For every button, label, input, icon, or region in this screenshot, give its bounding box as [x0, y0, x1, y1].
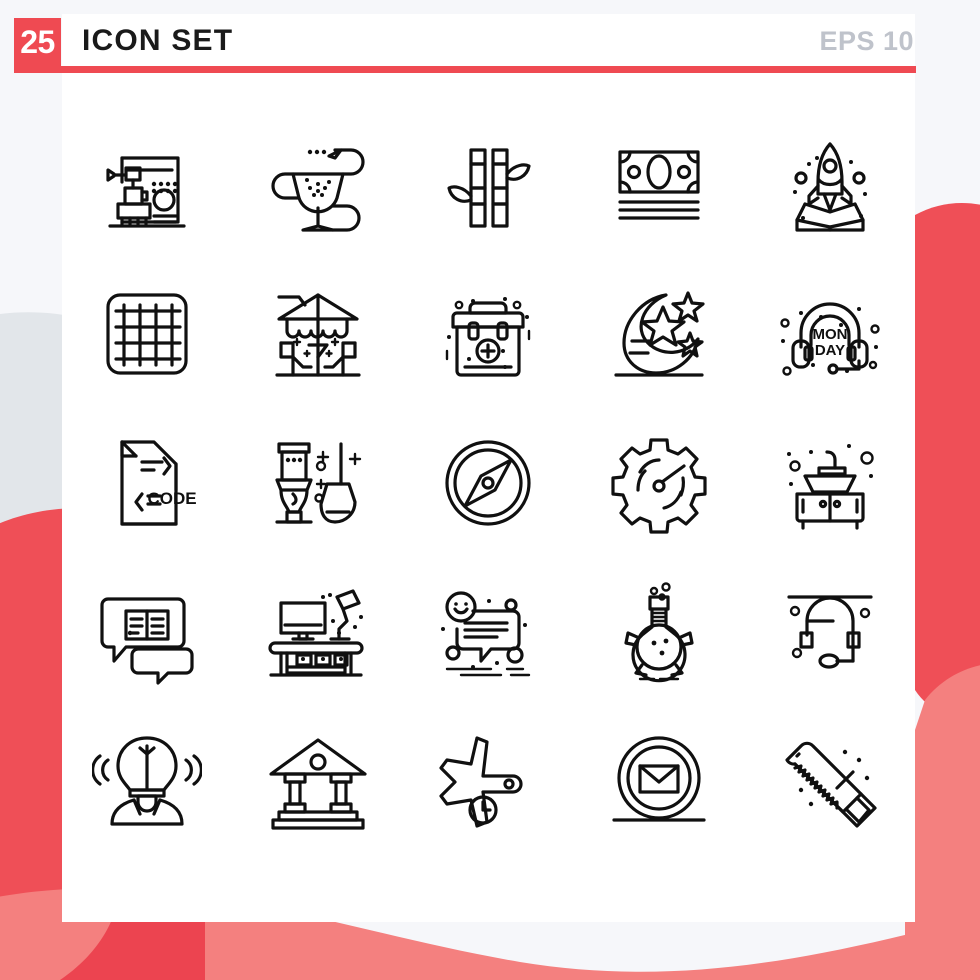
storytelling-chat-icon[interactable]	[72, 557, 222, 706]
format-label: EPS 10	[819, 26, 914, 56]
icon-count-badge: 25	[14, 18, 61, 67]
bathroom-sink-icon[interactable]	[755, 408, 905, 557]
flight-schedule-icon[interactable]	[413, 706, 563, 855]
product-launch-icon[interactable]	[755, 110, 905, 259]
compass-icon[interactable]	[413, 408, 563, 557]
coral-blob-right-lower	[905, 665, 980, 980]
toilet-plunger-icon[interactable]	[243, 408, 393, 557]
feedback-chat-icon[interactable]	[413, 557, 563, 706]
first-aid-kit-icon[interactable]	[413, 259, 563, 408]
icon-set-canvas: 25 ICON SET EPS 10 MON DAY CODE	[0, 0, 980, 980]
mulled-wine-icon[interactable]	[243, 110, 393, 259]
hacksaw-icon[interactable]	[755, 706, 905, 855]
code-file-label: CODE	[148, 489, 197, 508]
monday-text-line-2: DAY	[815, 342, 845, 359]
gear-performance-icon[interactable]	[584, 408, 734, 557]
coffee-machine-icon[interactable]	[72, 110, 222, 259]
chemistry-flask-icon[interactable]	[584, 557, 734, 706]
headset-support-icon[interactable]	[755, 557, 905, 706]
grid-icon[interactable]	[72, 259, 222, 408]
icon-grid: MON DAY CODE	[62, 110, 915, 855]
email-icon[interactable]	[584, 706, 734, 855]
code-file-icon[interactable]: CODE	[72, 408, 222, 557]
page-title: ICON SET	[82, 24, 234, 57]
monday-text-line-1: MON	[812, 326, 847, 343]
idea-person-icon[interactable]	[72, 706, 222, 855]
patio-umbrella-icon[interactable]	[243, 259, 393, 408]
header: 25 ICON SET EPS 10	[0, 0, 980, 76]
money-icon[interactable]	[584, 110, 734, 259]
bank-icon[interactable]	[243, 706, 393, 855]
coral-blob-right	[915, 202, 980, 723]
monday-headphones-icon[interactable]: MON DAY	[755, 259, 905, 408]
desk-workspace-icon[interactable]	[243, 557, 393, 706]
bamboo-icon[interactable]	[413, 110, 563, 259]
moon-stars-icon[interactable]	[584, 259, 734, 408]
header-divider	[14, 66, 916, 73]
